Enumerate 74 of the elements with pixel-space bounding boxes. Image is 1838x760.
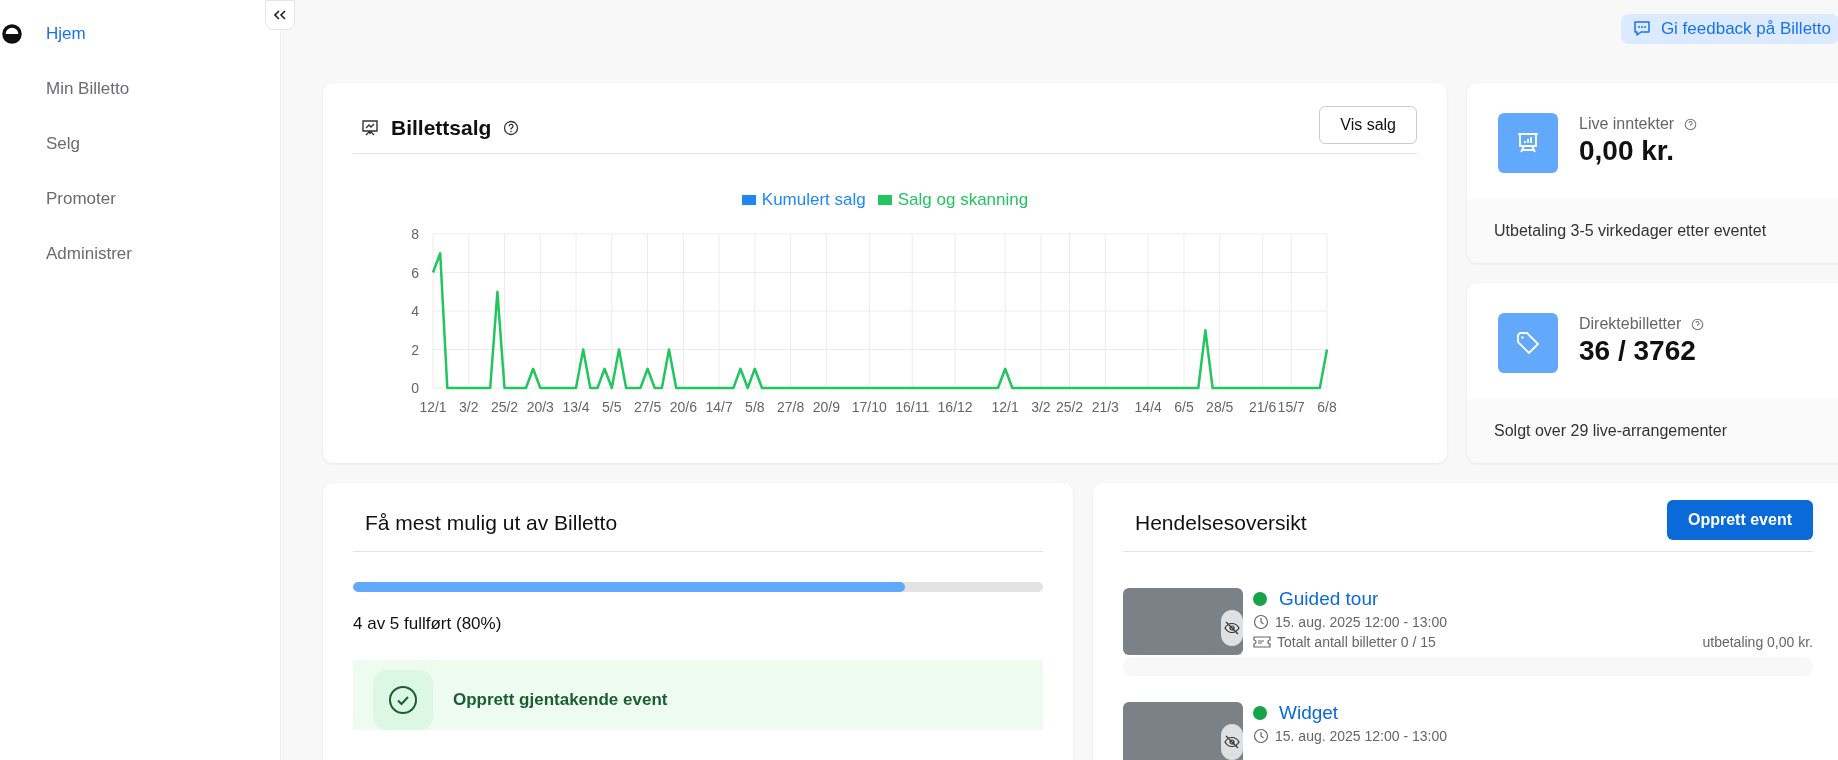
x-tick-label: 27/5: [633, 399, 662, 415]
stat-value: 0,00 kr.: [1579, 135, 1675, 167]
card-title: Hendelsesoversikt: [1135, 511, 1307, 535]
nav-item[interactable]: Promoter: [46, 188, 116, 209]
y-tick-label: 8: [411, 226, 419, 242]
x-tick-label: 20/9: [812, 399, 840, 415]
help-icon: [1684, 117, 1698, 131]
x-tick-label: 6/5: [1174, 399, 1194, 415]
event-date: 15. aug. 2025 12:00 - 13:00: [1275, 728, 1448, 744]
hidden-eye-button[interactable]: [1221, 610, 1243, 646]
x-tick-label: 20/3: [526, 399, 554, 415]
x-tick-label: 16/12: [937, 399, 973, 415]
x-tick-label: 17/10: [851, 399, 887, 415]
x-tick-label: 12/1: [419, 399, 447, 415]
x-tick-label: 5/5: [602, 399, 622, 415]
stat-footer: Utbetaling 3-5 virkedager etter eventet: [1467, 199, 1838, 263]
event-date: 15. aug. 2025 12:00 - 13:00: [1275, 614, 1448, 630]
ticket-icon: [1253, 635, 1271, 649]
x-tick-label: 21/6: [1249, 399, 1277, 415]
logo-icon: [1, 24, 23, 44]
nav-item[interactable]: Administrer: [46, 243, 132, 264]
chart-board-icon: [361, 119, 379, 137]
legend-label: Kumulert salg: [761, 190, 866, 210]
double-chevron-icon: [274, 10, 286, 20]
stat-label: Direktebilletter: [1579, 315, 1682, 333]
feedback-button[interactable]: Gi feedback på Billetto: [1620, 14, 1838, 44]
eye-slash-icon: [1224, 735, 1240, 749]
x-tick-label: 14/7: [705, 399, 733, 415]
card-title: Få mest mulig ut av Billetto: [365, 511, 618, 535]
create-event-button[interactable]: Opprett event: [1667, 500, 1813, 540]
x-tick-label: 27/8: [776, 399, 805, 415]
x-tick-label: 5/8: [745, 399, 765, 415]
event-title-link[interactable]: Guided tour: [1279, 588, 1379, 610]
nav-item[interactable]: Selg: [46, 133, 81, 154]
payout-text: utbetaling 0,00 kr.: [1702, 634, 1813, 650]
x-tick-label: 16/11: [895, 399, 930, 415]
x-tick-label: 25/2: [1055, 399, 1084, 415]
y-tick-label: 4: [411, 303, 419, 319]
x-tick-label: 21/3: [1091, 399, 1119, 415]
clock-icon: [1253, 728, 1269, 744]
price-tag-icon: [1514, 329, 1542, 357]
stat-footer: Solgt over 29 live-arrangementer: [1467, 399, 1838, 463]
x-tick-label: 20/6: [669, 399, 697, 415]
eye-slash-icon: [1224, 621, 1240, 635]
hidden-eye-button[interactable]: [1221, 724, 1243, 760]
x-tick-label: 28/5: [1206, 399, 1234, 415]
legend-label: Salg og skanning: [897, 190, 1029, 210]
stat-value: 36 / 3762: [1579, 335, 1697, 367]
chat-bubble-icon: [1632, 21, 1651, 37]
event-title-link[interactable]: Widget: [1279, 702, 1339, 724]
card-title: Billettsalg: [391, 116, 492, 140]
nav-item[interactable]: Min Billetto: [46, 78, 130, 99]
help-icon: [1691, 317, 1705, 331]
x-tick-label: 25/2: [490, 399, 519, 415]
ticket-count: Totalt antall billetter 0 / 15: [1277, 634, 1436, 650]
stat-label: Live inntekter: [1579, 115, 1675, 133]
task-item[interactable]: Opprett gjentakende event: [353, 660, 1043, 730]
x-tick-label: 3/2: [459, 399, 479, 415]
y-tick-label: 6: [411, 264, 419, 281]
x-tick-label: 14/4: [1134, 399, 1162, 415]
x-tick-label: 13/4: [562, 399, 590, 415]
progress-text: 4 av 5 fullført (80%): [353, 614, 503, 634]
check-circle-icon: [388, 685, 418, 715]
show-sales-button[interactable]: Vis salg: [1319, 106, 1417, 144]
nav-item[interactable]: Hjem: [46, 23, 86, 44]
y-tick-label: 2: [411, 341, 419, 358]
clock-icon: [1253, 614, 1269, 630]
x-tick-label: 15/7: [1277, 399, 1305, 415]
y-tick-label: 0: [411, 380, 419, 396]
x-tick-label: 6/8: [1317, 399, 1337, 415]
help-icon: [503, 120, 520, 136]
x-tick-label: 3/2: [1031, 399, 1051, 415]
collapse-button[interactable]: [265, 0, 295, 30]
x-tick-label: 12/1: [991, 399, 1019, 415]
